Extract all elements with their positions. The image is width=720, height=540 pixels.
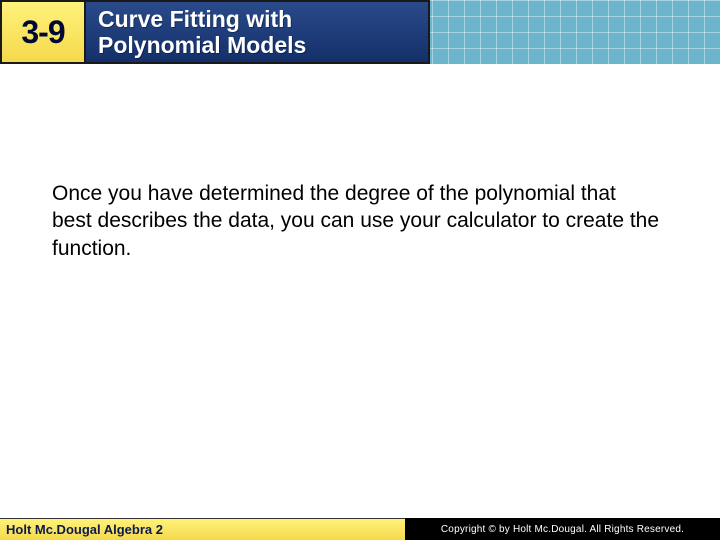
lesson-number: 3-9 (21, 14, 64, 51)
lesson-title-line2: Polynomial Models (98, 32, 428, 58)
slide-header: 3-9 Curve Fitting with Polynomial Models (0, 0, 720, 64)
footer-copyright: Copyright © by Holt Mc.Dougal. All Right… (405, 518, 720, 540)
lesson-number-box: 3-9 (0, 0, 86, 64)
slide-footer: Holt Mc.Dougal Algebra 2 Copyright © by … (0, 518, 720, 540)
lesson-title-box: Curve Fitting with Polynomial Models (86, 0, 430, 64)
lesson-title-line1: Curve Fitting with (98, 6, 428, 32)
slide-content: Once you have determined the degree of t… (52, 180, 660, 262)
header-bar: 3-9 Curve Fitting with Polynomial Models (0, 0, 430, 64)
footer-textbook-name: Holt Mc.Dougal Algebra 2 (0, 518, 405, 540)
body-paragraph: Once you have determined the degree of t… (52, 180, 660, 262)
